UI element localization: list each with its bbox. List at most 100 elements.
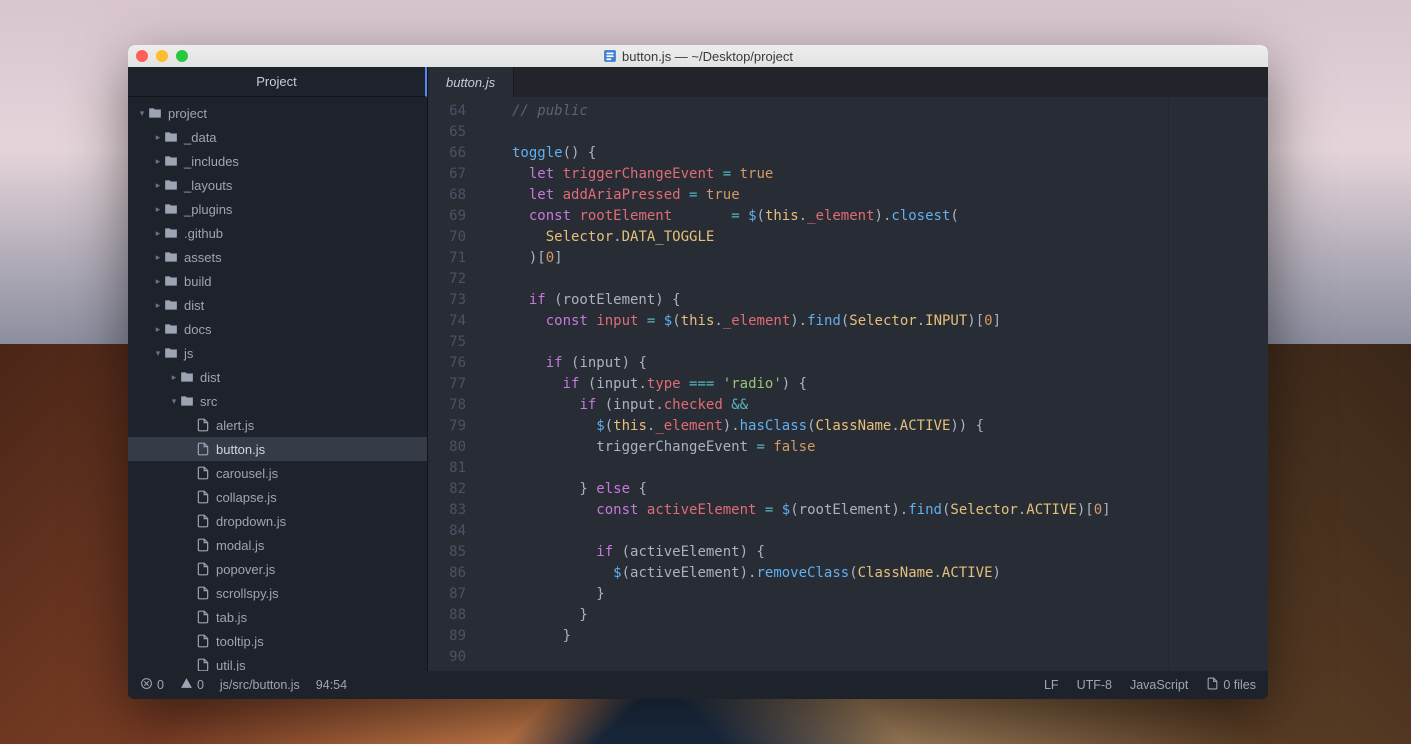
chevron-down-icon[interactable]: ▾ (168, 396, 180, 407)
sidebar-header-label: Project (256, 74, 296, 89)
status-language[interactable]: JavaScript (1130, 678, 1188, 692)
status-path[interactable]: js/src/button.js (220, 678, 300, 692)
tree-item-label: dist (184, 298, 204, 313)
file-tree[interactable]: ▾ project ▸ _data ▸ _includes ▸ _layouts ▸_plugi… (128, 97, 427, 671)
tree-item-label: _includes (184, 154, 239, 169)
tree-item-label: dropdown.js (216, 514, 286, 529)
close-window-button[interactable] (136, 50, 148, 62)
editor-pane: button.js 646566676869707172737475767778… (428, 67, 1268, 671)
tree-item-label: tab.js (216, 610, 247, 625)
tree-folder[interactable]: ▸ dist (128, 365, 427, 389)
tree-folder[interactable]: ▸ _data (128, 125, 427, 149)
chevron-down-icon[interactable]: ▾ (152, 348, 164, 359)
status-encoding[interactable]: UTF-8 (1077, 678, 1112, 692)
tree-folder[interactable]: ▸ dist (128, 293, 427, 317)
status-cursor-text: 94:54 (316, 678, 347, 692)
tree-item-label: dist (200, 370, 220, 385)
tree-folder[interactable]: ▸ .github (128, 221, 427, 245)
tree-item-label: scrollspy.js (216, 586, 279, 601)
tree-item-label: _data (184, 130, 217, 145)
sidebar: Project ▾ project ▸ _data ▸ _includes ▸ _layout… (128, 67, 428, 671)
chevron-right-icon[interactable]: ▸ (152, 228, 164, 239)
file-icon (196, 586, 210, 600)
tree-item-label: .github (184, 226, 223, 241)
status-errors[interactable]: 0 (140, 677, 164, 693)
file-icon (196, 442, 210, 456)
tab-label: button.js (446, 75, 495, 90)
tree-folder[interactable]: ▾ js (128, 341, 427, 365)
tree-item-label: _layouts (184, 178, 232, 193)
tree-file[interactable]: collapse.js (128, 485, 427, 509)
folder-icon (164, 250, 178, 264)
tree-item-label: js (184, 346, 193, 361)
zoom-window-button[interactable] (176, 50, 188, 62)
tree-file[interactable]: alert.js (128, 413, 427, 437)
tree-item-label: project (168, 106, 207, 121)
tree-file[interactable]: carousel.js (128, 461, 427, 485)
content-area: Project ▾ project ▸ _data ▸ _includes ▸ _layout… (128, 67, 1268, 671)
chevron-right-icon[interactable]: ▸ (152, 252, 164, 263)
tree-folder[interactable]: ▸ _includes (128, 149, 427, 173)
status-cursor[interactable]: 94:54 (316, 678, 347, 692)
tree-file[interactable]: util.js (128, 653, 427, 671)
tree-folder[interactable]: ▾ project (128, 101, 427, 125)
tree-folder[interactable]: ▾src (128, 389, 427, 413)
tree-folder[interactable]: ▸ _layouts (128, 173, 427, 197)
tree-file[interactable]: scrollspy.js (128, 581, 427, 605)
status-eol[interactable]: LF (1044, 678, 1059, 692)
tree-item-label: carousel.js (216, 466, 278, 481)
tabbar: button.js (428, 67, 1268, 97)
tree-file[interactable]: popover.js (128, 557, 427, 581)
tree-folder[interactable]: ▸_plugins (128, 197, 427, 221)
tree-folder[interactable]: ▸assets (128, 245, 427, 269)
chevron-right-icon[interactable]: ▸ (152, 132, 164, 143)
folder-icon (164, 322, 178, 336)
statusbar: 0 0 js/src/button.js 94:54 LF UTF-8 Java… (128, 671, 1268, 699)
window-title-text: button.js — ~/Desktop/project (622, 49, 793, 64)
tree-file[interactable]: tab.js (128, 605, 427, 629)
status-files[interactable]: 0 files (1206, 677, 1256, 693)
file-icon (196, 658, 210, 671)
sidebar-header[interactable]: Project (128, 67, 427, 97)
file-icon (196, 490, 210, 504)
chevron-right-icon[interactable]: ▸ (152, 324, 164, 335)
chevron-right-icon[interactable]: ▸ (152, 276, 164, 287)
file-icon (196, 418, 210, 432)
file-icon (196, 466, 210, 480)
folder-icon (164, 130, 178, 144)
status-path-text: js/src/button.js (220, 678, 300, 692)
traffic-lights (136, 50, 188, 62)
status-warnings-count: 0 (197, 678, 204, 692)
minimize-window-button[interactable] (156, 50, 168, 62)
minimap[interactable] (1168, 97, 1268, 671)
folder-icon (164, 202, 178, 216)
tab-active[interactable]: button.js (428, 67, 514, 97)
chevron-right-icon[interactable]: ▸ (152, 300, 164, 311)
tree-folder[interactable]: ▸ docs (128, 317, 427, 341)
chevron-right-icon[interactable]: ▸ (152, 180, 164, 191)
chevron-right-icon[interactable]: ▸ (152, 204, 164, 215)
status-warnings[interactable]: 0 (180, 677, 204, 693)
chevron-right-icon[interactable]: ▸ (168, 372, 180, 383)
warning-icon (180, 677, 193, 693)
tree-file[interactable]: modal.js (128, 533, 427, 557)
tree-item-label: docs (184, 322, 211, 337)
file-icon (196, 634, 210, 648)
tree-item-label: button.js (216, 442, 265, 457)
tree-file[interactable]: button.js (128, 437, 427, 461)
chevron-right-icon[interactable]: ▸ (152, 156, 164, 167)
code-area: 6465666768697071727374757677787980818283… (428, 97, 1268, 671)
tree-item-label: util.js (216, 658, 246, 672)
chevron-down-icon[interactable]: ▾ (136, 108, 148, 119)
tree-item-label: collapse.js (216, 490, 277, 505)
tree-folder[interactable]: ▸ build (128, 269, 427, 293)
code-content[interactable]: // public toggle() { let triggerChangeEv… (476, 97, 1168, 671)
tree-file[interactable]: dropdown.js (128, 509, 427, 533)
folder-icon (164, 178, 178, 192)
tree-item-label: build (184, 274, 211, 289)
error-icon (140, 677, 153, 693)
tree-item-label: tooltip.js (216, 634, 264, 649)
folder-icon (164, 154, 178, 168)
tree-file[interactable]: tooltip.js (128, 629, 427, 653)
status-errors-count: 0 (157, 678, 164, 692)
